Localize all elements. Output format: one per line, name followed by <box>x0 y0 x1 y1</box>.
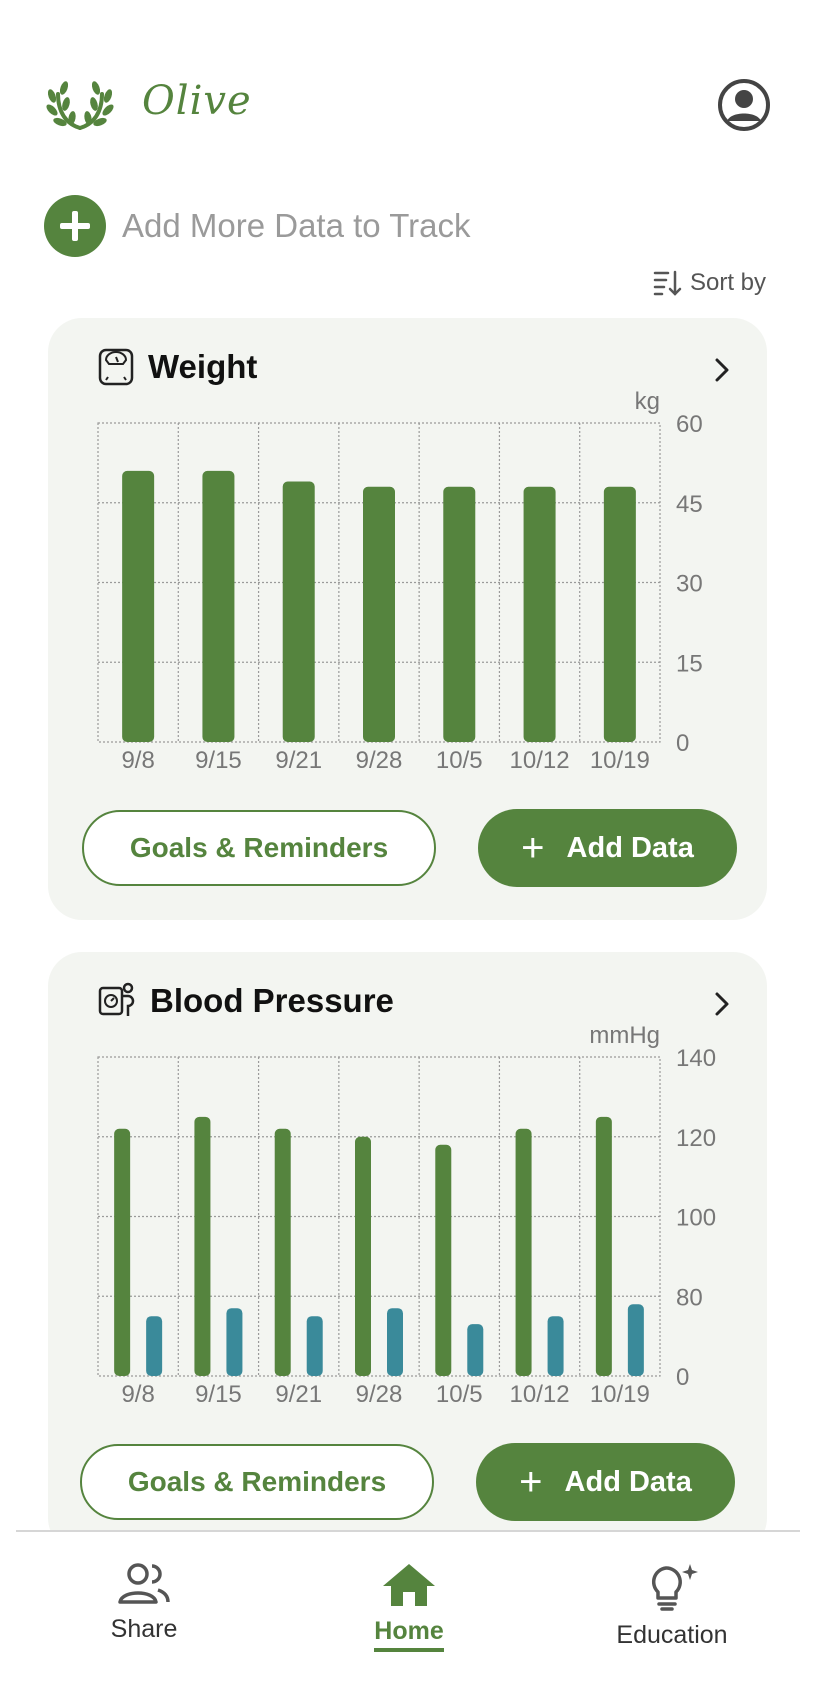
people-icon <box>118 1563 170 1604</box>
weight-add-data-button[interactable]: + Add Data <box>478 809 737 887</box>
app-logo-text: Olive <box>142 78 252 124</box>
weight-add-data-label: Add Data <box>566 831 694 864</box>
bp-add-data-button[interactable]: + Add Data <box>476 1443 735 1521</box>
plus-icon: + <box>519 1460 543 1504</box>
weight-goals-label: Goals & Reminders <box>129 832 389 863</box>
plus-icon: + <box>521 826 545 870</box>
systolic-bar <box>114 1128 131 1376</box>
y-tick-label: 30 <box>676 571 703 598</box>
x-tick-label: 9/15 <box>195 1381 242 1408</box>
x-tick-label: 9/21 <box>275 747 322 774</box>
x-tick-label: 10/19 <box>590 1381 650 1408</box>
diastolic-bar <box>547 1316 564 1376</box>
sort-by-button[interactable]: Sort by <box>652 268 766 298</box>
plus-circle-icon[interactable] <box>44 195 106 257</box>
chart-grid <box>97 1056 661 1377</box>
sort-by-label: Sort by <box>689 269 766 296</box>
diastolic-bar <box>226 1308 243 1376</box>
home-icon <box>383 1564 435 1606</box>
x-tick-label: 10/5 <box>436 747 483 774</box>
y-tick-label: 100 <box>676 1205 716 1232</box>
x-tick-label: 9/8 <box>121 747 154 774</box>
y-tick-label: 140 <box>676 1045 716 1072</box>
diastolic-bar <box>467 1324 484 1376</box>
x-tick-label: 9/8 <box>121 1381 154 1408</box>
lightbulb-sparkle-icon <box>651 1564 698 1611</box>
x-tick-label: 10/12 <box>510 747 570 774</box>
y-tick-label: 60 <box>676 411 703 438</box>
nav-share-label: Share <box>110 1615 178 1643</box>
app-header: Olive <box>0 0 820 180</box>
x-tick-label: 10/12 <box>510 1381 570 1408</box>
blood-pressure-card: Blood Pressure 0 80 100 120 140 mmHg 9/8 9/15 9/… <box>48 952 767 1552</box>
laurel-wreath-icon <box>46 81 114 130</box>
sort-descending-icon <box>653 270 682 296</box>
weight-bar <box>603 486 636 742</box>
nav-home-label: Home <box>374 1617 444 1652</box>
x-tick-label: 9/28 <box>356 747 403 774</box>
bp-goals-reminders-button[interactable]: Goals & Reminders <box>80 1444 434 1520</box>
systolic-bar <box>515 1128 532 1376</box>
x-tick-label: 9/28 <box>356 1381 403 1408</box>
nav-item-share[interactable]: Share <box>54 1562 234 1644</box>
y-tick-label: 120 <box>676 1125 716 1152</box>
add-more-data-button[interactable]: Add More Data to Track <box>44 194 470 258</box>
nav-item-home[interactable]: Home <box>319 1562 499 1652</box>
nav-item-education[interactable]: Education <box>582 1562 762 1650</box>
weight-goals-reminders-button[interactable]: Goals & Reminders <box>82 810 436 886</box>
weight-bar <box>363 486 395 742</box>
systolic-bar <box>274 1128 291 1376</box>
systolic-bar <box>355 1136 371 1376</box>
weight-card: Weight 0 15 30 45 60 kg 9/8 9/15 9/21 9/28 10/5 10/… <box>48 318 767 920</box>
y-axis-unit: kg <box>635 388 660 415</box>
user-circle-icon[interactable] <box>717 78 771 132</box>
weight-bar <box>122 470 155 742</box>
y-tick-label: 0 <box>676 1364 689 1391</box>
y-tick-label: 0 <box>676 730 689 757</box>
x-tick-label: 9/21 <box>275 1381 322 1408</box>
diastolic-bar <box>387 1308 403 1376</box>
bottom-nav: Share Home Education <box>0 1532 820 1688</box>
y-tick-label: 80 <box>676 1284 703 1311</box>
x-tick-label: 10/19 <box>590 747 650 774</box>
add-more-data-label: Add More Data to Track <box>122 207 471 244</box>
weight-chart: 0 15 30 45 60 kg 9/8 9/15 9/21 9/28 10/5 10/12 10/19 <box>97 388 703 774</box>
systolic-bar <box>194 1116 211 1376</box>
x-tick-label: 9/15 <box>195 747 242 774</box>
diastolic-bar <box>146 1316 163 1376</box>
weight-bar <box>282 481 315 742</box>
weight-bar <box>202 470 235 742</box>
blood-pressure-chart: 0 80 100 120 140 mmHg 9/8 9/15 9/21 9/28 10/5 10/12… <box>97 1022 716 1408</box>
diastolic-bar <box>627 1304 644 1376</box>
nav-education-label: Education <box>616 1621 728 1649</box>
bp-add-data-label: Add Data <box>564 1465 692 1498</box>
weight-bar <box>523 486 556 742</box>
weight-bar <box>443 486 476 742</box>
systolic-bar <box>435 1144 452 1376</box>
y-tick-label: 15 <box>676 650 703 677</box>
bp-goals-label: Goals & Reminders <box>127 1466 387 1497</box>
x-tick-label: 10/5 <box>436 1381 483 1408</box>
y-tick-label: 45 <box>676 491 703 518</box>
systolic-bar <box>595 1116 612 1376</box>
diastolic-bar <box>306 1316 323 1376</box>
y-axis-unit: mmHg <box>589 1022 660 1049</box>
